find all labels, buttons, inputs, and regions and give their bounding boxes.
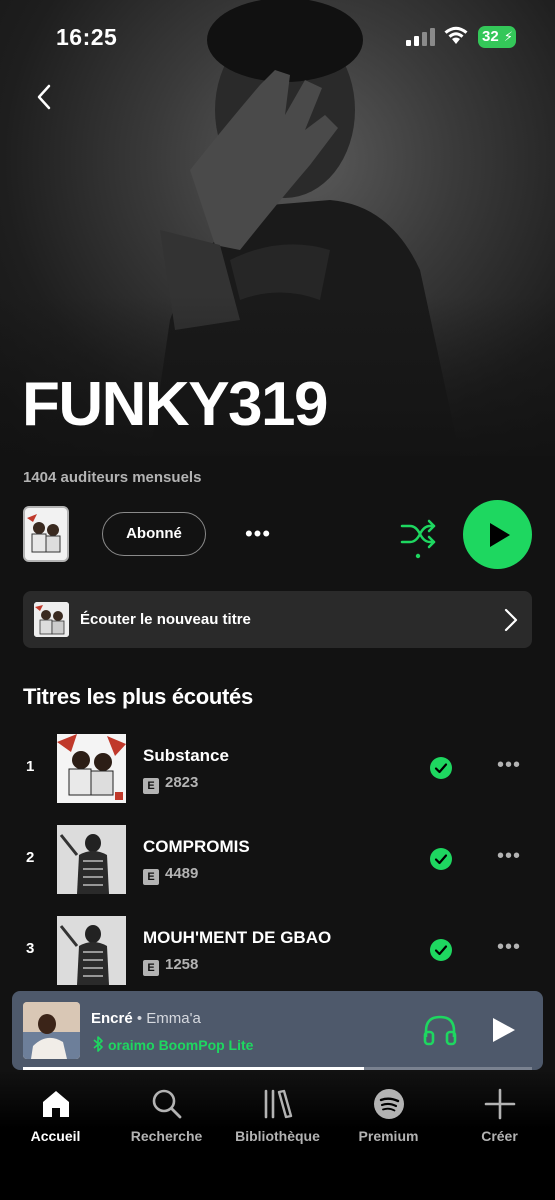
- saved-check-icon[interactable]: [430, 939, 452, 961]
- new-release-art: [34, 602, 69, 637]
- track-meta: E 2823: [143, 774, 198, 794]
- nav-search[interactable]: Recherche: [111, 1088, 222, 1158]
- nav-label: Bibliothèque: [235, 1128, 320, 1144]
- track-plays: 4489: [165, 865, 199, 882]
- new-release-label: Écouter le nouveau titre: [80, 611, 251, 628]
- more-options-button[interactable]: •••: [240, 520, 276, 550]
- search-icon: [152, 1089, 181, 1119]
- nav-label: Accueil: [30, 1128, 81, 1144]
- nav-premium[interactable]: Premium: [333, 1088, 444, 1158]
- now-playing-artist: Emma'a: [146, 1010, 201, 1027]
- now-playing-art: [23, 1002, 80, 1059]
- plus-icon: [484, 1088, 515, 1120]
- nav-label: Premium: [358, 1128, 419, 1144]
- library-icon: [264, 1089, 292, 1119]
- track-title: Substance: [143, 746, 229, 765]
- now-playing-separator: •: [132, 1010, 147, 1027]
- back-button[interactable]: [28, 78, 62, 116]
- track-cover: [57, 916, 126, 985]
- track-row[interactable]: 3 MOUH'MENT DE GBAO E 1258 •••: [0, 916, 555, 986]
- cellular-signal-icon: [406, 28, 435, 46]
- battery-indicator: 32 ⚡: [478, 26, 516, 48]
- battery-level: 32: [482, 28, 499, 45]
- play-icon: [490, 523, 510, 547]
- spotify-icon: [373, 1089, 404, 1119]
- popular-tracks-heading: Titres les plus écoutés: [23, 684, 253, 709]
- track-more-button[interactable]: •••: [493, 754, 525, 778]
- wifi-icon: [444, 26, 468, 44]
- now-playing-title: Encré: [91, 1010, 133, 1027]
- connected-device: oraimo BoomPop Lite: [108, 1037, 254, 1053]
- nav-home[interactable]: Accueil: [0, 1088, 111, 1158]
- charging-icon: ⚡: [503, 29, 513, 44]
- track-plays: 1258: [165, 956, 199, 973]
- track-row[interactable]: 2 COMPROMIS E 4489 •••: [0, 825, 555, 895]
- nav-label: Créer: [481, 1128, 518, 1144]
- track-more-button[interactable]: •••: [493, 845, 525, 869]
- track-cover: [57, 734, 126, 803]
- nav-create[interactable]: Créer: [444, 1088, 555, 1158]
- new-release-banner[interactable]: Écouter le nouveau titre: [23, 591, 532, 648]
- now-playing-title-line: Encré • Emma'a: [91, 1010, 201, 1027]
- track-title: COMPROMIS: [143, 837, 250, 856]
- artist-name: FUNKY319: [22, 370, 329, 439]
- track-rank: 3: [26, 940, 35, 957]
- play-button[interactable]: [463, 500, 532, 569]
- track-meta: E 4489: [143, 865, 198, 885]
- nav-library[interactable]: Bibliothèque: [222, 1088, 333, 1158]
- mini-play-button[interactable]: [488, 1015, 518, 1045]
- explicit-badge: E: [143, 869, 159, 885]
- track-rank: 2: [26, 849, 35, 866]
- saved-check-icon[interactable]: [430, 757, 452, 779]
- status-time: 16:25: [56, 24, 118, 50]
- bluetooth-icon: [93, 1036, 103, 1052]
- headphones-icon[interactable]: [422, 1013, 458, 1047]
- track-more-button[interactable]: •••: [493, 936, 525, 960]
- track-title: MOUH'MENT DE GBAO: [143, 928, 332, 947]
- track-plays: 2823: [165, 774, 199, 791]
- status-bar: 16:25 32 ⚡: [0, 0, 555, 74]
- bottom-navigation: Accueil Recherche Bibliothèque Premium C…: [0, 1070, 555, 1200]
- saved-check-icon[interactable]: [430, 848, 452, 870]
- track-rank: 1: [26, 758, 35, 775]
- track-meta: E 1258: [143, 956, 198, 976]
- monthly-listeners: 1404 auditeurs mensuels: [23, 469, 202, 486]
- shuffle-button[interactable]: [398, 514, 438, 560]
- explicit-badge: E: [143, 960, 159, 976]
- nav-label: Recherche: [130, 1128, 203, 1144]
- follow-button[interactable]: Abonné: [102, 512, 206, 556]
- home-icon: [42, 1091, 69, 1117]
- explicit-badge: E: [143, 778, 159, 794]
- mini-player[interactable]: Encré • Emma'a oraimo BoomPop Lite: [12, 991, 543, 1070]
- artist-preview-thumbnail[interactable]: [23, 506, 69, 562]
- track-cover: [57, 825, 126, 894]
- chevron-right-icon: [504, 608, 518, 632]
- track-row[interactable]: 1 Substance E 2823 •••: [0, 734, 555, 804]
